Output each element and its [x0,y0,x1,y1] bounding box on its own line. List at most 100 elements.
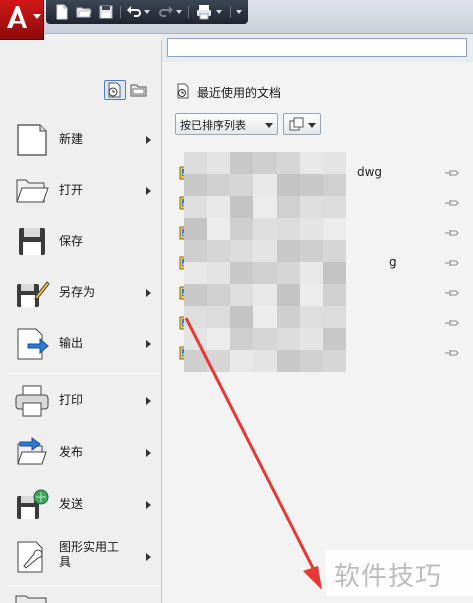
pin-icon[interactable] [444,287,460,299]
menu-item-label: 打开 [59,183,84,197]
plot-icon[interactable] [196,4,212,20]
redaction-cell [230,328,254,350]
menu-item-save[interactable]: 保存 [0,217,160,267]
close-folder-icon [15,595,47,603]
menu-item-label: 发送 [59,497,84,511]
menu-item-save-as[interactable]: 另存为 [0,268,160,318]
redaction-cell [299,284,323,306]
watermark-text: 软件技巧 [334,562,443,592]
application-menu-button[interactable] [0,0,44,40]
redaction-cell [207,240,231,262]
redaction-cell [322,240,346,262]
redaction-cell [207,174,231,196]
redaction-cell [322,328,346,350]
redaction-cell [276,262,300,284]
menu-item-label: 新建 [59,132,84,146]
drawing-utilities-icon [17,541,43,573]
watermark: 软件技巧 [326,550,473,596]
new-icon[interactable] [54,4,70,20]
pin-icon[interactable] [444,227,460,239]
redaction-cell [230,218,254,240]
undo-dropdown-caret-icon[interactable] [144,10,150,14]
redo-dropdown-caret-icon[interactable] [176,10,182,14]
redo-icon[interactable] [158,4,174,20]
redaction-cell [253,196,277,218]
redaction-cell [230,240,254,262]
chevron-down-icon [265,123,273,128]
menu-item-print[interactable]: 打印 [0,376,160,426]
pin-icon[interactable] [444,167,460,179]
redaction-cell [184,174,208,196]
redaction-cell [207,196,231,218]
menu-item-label-line2: 具 [59,555,72,569]
redaction-cell [322,196,346,218]
undo-icon[interactable] [126,4,142,20]
redaction-cell [184,306,208,328]
export-icon [17,328,49,360]
open-folder-icon [16,179,49,203]
pin-icon[interactable] [444,257,460,269]
menu-item-label: 发布 [59,445,84,459]
redaction-cell [299,174,323,196]
display-mode-dropdown[interactable] [283,113,321,135]
menu-item-open[interactable]: 打开 [0,166,160,216]
redaction-cell [253,218,277,240]
redaction-cell [184,152,208,174]
redaction-cell [230,196,254,218]
redaction-cell [184,218,208,240]
plot-dropdown-caret-icon[interactable] [216,10,222,14]
redaction-cell [299,306,323,328]
chevron-down-icon [33,14,41,19]
redaction-cell [230,152,254,174]
redaction-cell [184,284,208,306]
menu-divider [8,373,160,374]
save-icon[interactable] [98,4,114,20]
menu-item-label: 另存为 [59,285,96,299]
menu-item-export[interactable]: 输出 [0,319,160,369]
redaction-cell [299,196,323,218]
toolbar-separator [120,6,121,18]
redaction-cell [299,350,323,372]
redaction-cell [230,174,254,196]
redaction-cell [322,262,346,284]
recent-documents-toggle[interactable] [104,80,126,100]
recent-document-name-fragment: g [389,255,397,269]
redaction-cell [276,350,300,372]
redaction-cell [253,240,277,262]
redaction-cell [322,350,346,372]
redaction-cell [276,196,300,218]
chevron-down-icon [308,123,316,128]
open-documents-toggle[interactable] [128,80,150,100]
pin-icon[interactable] [444,197,460,209]
pin-icon[interactable] [444,347,460,359]
save-as-icon [17,281,50,307]
redaction-cell [276,174,300,196]
publish-icon [17,437,47,465]
redaction-cell [299,152,323,174]
open-documents-icon [130,84,147,97]
menu-item-send[interactable]: 发送 [0,480,160,530]
customize-toolbar-caret-icon[interactable] [236,10,242,14]
recent-documents-icon [108,82,121,98]
redaction-cell [299,328,323,350]
sort-order-dropdown[interactable]: 按已排序列表 [175,113,278,135]
redaction-cell [322,152,346,174]
redaction-cell [322,218,346,240]
menu-item-drawing-utilities[interactable]: 图形实用工具 [0,532,160,582]
menu-item-publish[interactable]: 发布 [0,428,160,478]
save-disk-icon [19,228,45,255]
recent-documents-icon [177,83,189,99]
menu-item-label-line1: 图形实用工 [59,540,120,554]
redaction-cell [299,240,323,262]
pin-icon[interactable] [444,317,460,329]
search-bar [162,34,473,62]
search-input[interactable] [167,38,467,57]
autocad-logo-icon [7,6,27,28]
menu-item-new[interactable]: 新建 [0,115,160,165]
redaction-cell [253,174,277,196]
open-icon[interactable] [76,4,92,20]
submenu-arrow-icon [146,501,151,509]
redaction-cell [299,262,323,284]
application-menu-commands: 新建 打开 保存 另存为 输出 打印 发布 发送 图形实用工 具 [0,40,162,603]
menu-item-label: 输出 [59,336,84,350]
